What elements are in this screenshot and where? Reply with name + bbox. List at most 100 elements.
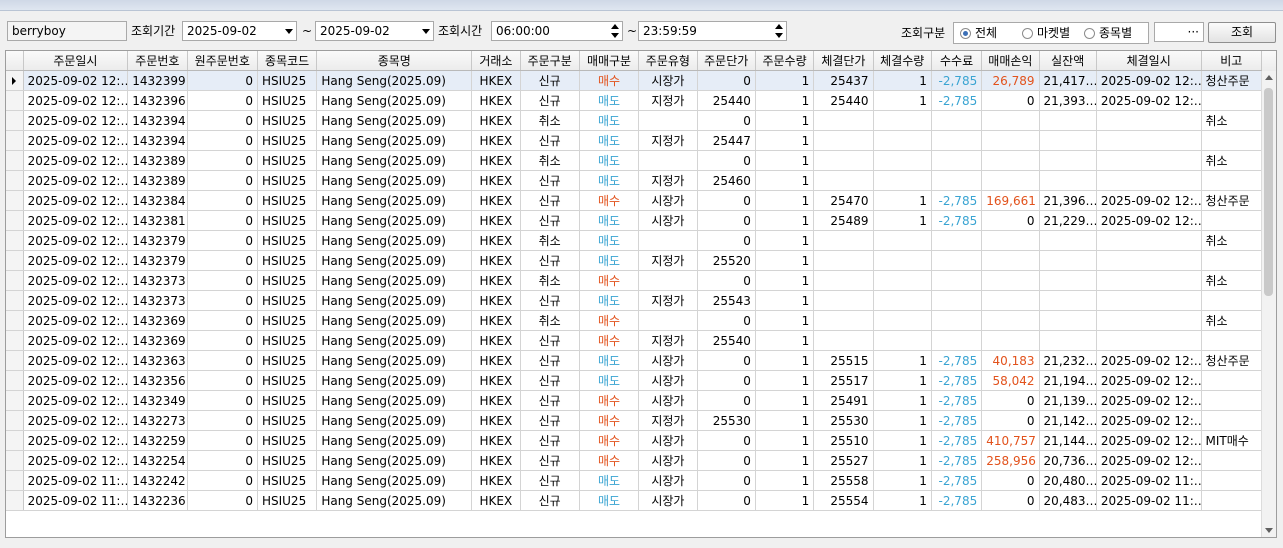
cell-exchange[interactable]: HKEX xyxy=(471,170,521,191)
cell-orig-order-no[interactable]: 0 xyxy=(187,230,258,251)
spin-down-icon[interactable] xyxy=(611,33,619,38)
row-indicator[interactable] xyxy=(6,190,24,211)
cell-order-type[interactable]: 지정가 xyxy=(638,250,698,271)
cell-order-price[interactable]: 0 xyxy=(697,430,756,451)
cell-order-kind[interactable]: 신규 xyxy=(520,190,580,211)
row-indicator[interactable] xyxy=(6,490,24,511)
cell-orig-order-no[interactable]: 0 xyxy=(187,430,258,451)
radio-selected-icon[interactable] xyxy=(960,28,971,39)
cell-balance[interactable] xyxy=(1039,290,1097,311)
cell-exchange[interactable]: HKEX xyxy=(471,450,521,471)
row-indicator[interactable] xyxy=(6,110,24,131)
cell-side[interactable]: 매도 xyxy=(579,90,640,111)
cell-order-datetime[interactable]: 2025-09-02 12:… xyxy=(23,410,129,431)
cell-fill-qty[interactable]: 1 xyxy=(873,370,932,391)
cell-exchange[interactable]: HKEX xyxy=(471,350,521,371)
cell-orig-order-no[interactable]: 0 xyxy=(187,350,258,371)
cell-fill-datetime[interactable] xyxy=(1096,250,1202,271)
cell-item-name[interactable]: Hang Seng(2025.09) xyxy=(316,110,473,131)
cell-order-kind[interactable]: 신규 xyxy=(520,130,580,151)
col-header[interactable]: 거래소 xyxy=(471,51,521,71)
cell-balance[interactable]: 21,229… xyxy=(1039,210,1097,231)
cell-fill-datetime[interactable]: 2025-09-02 12:… xyxy=(1096,390,1202,411)
cell-order-price[interactable]: 0 xyxy=(697,110,756,131)
cell-item-code[interactable]: HSIU25 xyxy=(257,290,318,311)
cell-order-price[interactable]: 25460 xyxy=(697,170,756,191)
cell-note[interactable]: MIT매수 xyxy=(1201,430,1262,451)
cell-order-no[interactable]: 1432254 xyxy=(127,450,188,471)
cell-order-kind[interactable]: 신규 xyxy=(520,430,580,451)
vertical-scrollbar[interactable] xyxy=(1261,71,1276,537)
radio-unselected-icon[interactable] xyxy=(1022,28,1033,39)
row-indicator[interactable] xyxy=(6,70,24,91)
cell-fill-qty[interactable] xyxy=(873,290,932,311)
cell-order-price[interactable]: 0 xyxy=(697,350,756,371)
cell-note[interactable] xyxy=(1201,490,1262,511)
row-indicator[interactable] xyxy=(6,230,24,251)
cell-orig-order-no[interactable]: 0 xyxy=(187,490,258,511)
cell-orig-order-no[interactable]: 0 xyxy=(187,70,258,91)
cell-note[interactable]: 청산주문 xyxy=(1201,350,1262,371)
table-row[interactable]: 2025-09-02 12:… 1432389 0 HSIU25 Hang Seng(2… xyxy=(6,150,1262,171)
cell-order-price[interactable]: 0 xyxy=(697,70,756,91)
cell-fee[interactable]: -2,785 xyxy=(931,210,983,231)
col-header[interactable]: 주문번호 xyxy=(127,51,188,71)
cell-order-qty[interactable]: 1 xyxy=(755,210,815,231)
cell-fill-datetime[interactable] xyxy=(1096,170,1202,191)
cell-order-type[interactable]: 시장가 xyxy=(638,390,698,411)
cell-note[interactable]: 취소 xyxy=(1201,150,1262,171)
cell-order-kind[interactable]: 신규 xyxy=(520,370,580,391)
cell-order-price[interactable]: 0 xyxy=(697,390,756,411)
table-row[interactable]: 2025-09-02 12:… 1432373 0 HSIU25 Hang Seng(2… xyxy=(6,290,1262,311)
cell-order-datetime[interactable]: 2025-09-02 12:… xyxy=(23,330,129,351)
table-row[interactable]: 2025-09-02 12:… 1432369 0 HSIU25 Hang Seng(2… xyxy=(6,310,1262,331)
cell-pnl[interactable]: 258,956 xyxy=(981,450,1040,471)
cell-exchange[interactable]: HKEX xyxy=(471,290,521,311)
cell-fee[interactable]: -2,785 xyxy=(931,190,983,211)
cell-fill-price[interactable] xyxy=(813,110,874,131)
table-row[interactable]: 2025-09-02 12:… 1432373 0 HSIU25 Hang Seng(2… xyxy=(6,270,1262,291)
cell-fee[interactable]: -2,785 xyxy=(931,390,983,411)
cell-item-name[interactable]: Hang Seng(2025.09) xyxy=(316,250,473,271)
cell-item-name[interactable]: Hang Seng(2025.09) xyxy=(316,330,473,351)
cell-item-name[interactable]: Hang Seng(2025.09) xyxy=(316,490,473,511)
cell-fill-datetime[interactable] xyxy=(1096,230,1202,251)
cell-fill-datetime[interactable]: 2025-09-02 12:… xyxy=(1096,350,1202,371)
table-row[interactable]: 2025-09-02 12:… 1432273 0 HSIU25 Hang Seng(2… xyxy=(6,410,1262,431)
cell-order-price[interactable]: 0 xyxy=(697,150,756,171)
cell-item-name[interactable]: Hang Seng(2025.09) xyxy=(316,430,473,451)
cell-fill-price[interactable]: 25470 xyxy=(813,190,874,211)
cell-balance[interactable] xyxy=(1039,130,1097,151)
cell-note[interactable] xyxy=(1201,450,1262,471)
cell-order-type[interactable]: 시장가 xyxy=(638,370,698,391)
cell-order-kind[interactable]: 신규 xyxy=(520,210,580,231)
cell-fill-datetime[interactable] xyxy=(1096,110,1202,131)
cell-fill-qty[interactable] xyxy=(873,250,932,271)
cell-item-code[interactable]: HSIU25 xyxy=(257,90,318,111)
cell-fee[interactable]: -2,785 xyxy=(931,90,983,111)
cell-order-no[interactable]: 1432369 xyxy=(127,310,188,331)
cell-pnl[interactable] xyxy=(981,110,1040,131)
cell-fee[interactable]: -2,785 xyxy=(931,410,983,431)
row-indicator[interactable] xyxy=(6,390,24,411)
cell-order-qty[interactable]: 1 xyxy=(755,430,815,451)
cell-balance[interactable] xyxy=(1039,310,1097,331)
cell-order-qty[interactable]: 1 xyxy=(755,130,815,151)
cell-balance[interactable] xyxy=(1039,150,1097,171)
cell-note[interactable] xyxy=(1201,370,1262,391)
table-row[interactable]: 2025-09-02 12:… 1432394 0 HSIU25 Hang Seng(2… xyxy=(6,110,1262,131)
cell-fill-price[interactable] xyxy=(813,150,874,171)
cell-balance[interactable]: 21,393… xyxy=(1039,90,1097,111)
cell-pnl[interactable]: 0 xyxy=(981,470,1040,491)
cell-side[interactable]: 매수 xyxy=(579,270,640,291)
cell-item-code[interactable]: HSIU25 xyxy=(257,150,318,171)
cell-item-name[interactable]: Hang Seng(2025.09) xyxy=(316,390,473,411)
cell-order-price[interactable]: 0 xyxy=(697,270,756,291)
cell-pnl[interactable] xyxy=(981,270,1040,291)
row-indicator[interactable] xyxy=(6,150,24,171)
cell-side[interactable]: 매도 xyxy=(579,490,640,511)
cell-fee[interactable] xyxy=(931,170,983,191)
cell-fill-price[interactable] xyxy=(813,270,874,291)
cell-order-no[interactable]: 1432363 xyxy=(127,350,188,371)
cell-order-qty[interactable]: 1 xyxy=(755,270,815,291)
